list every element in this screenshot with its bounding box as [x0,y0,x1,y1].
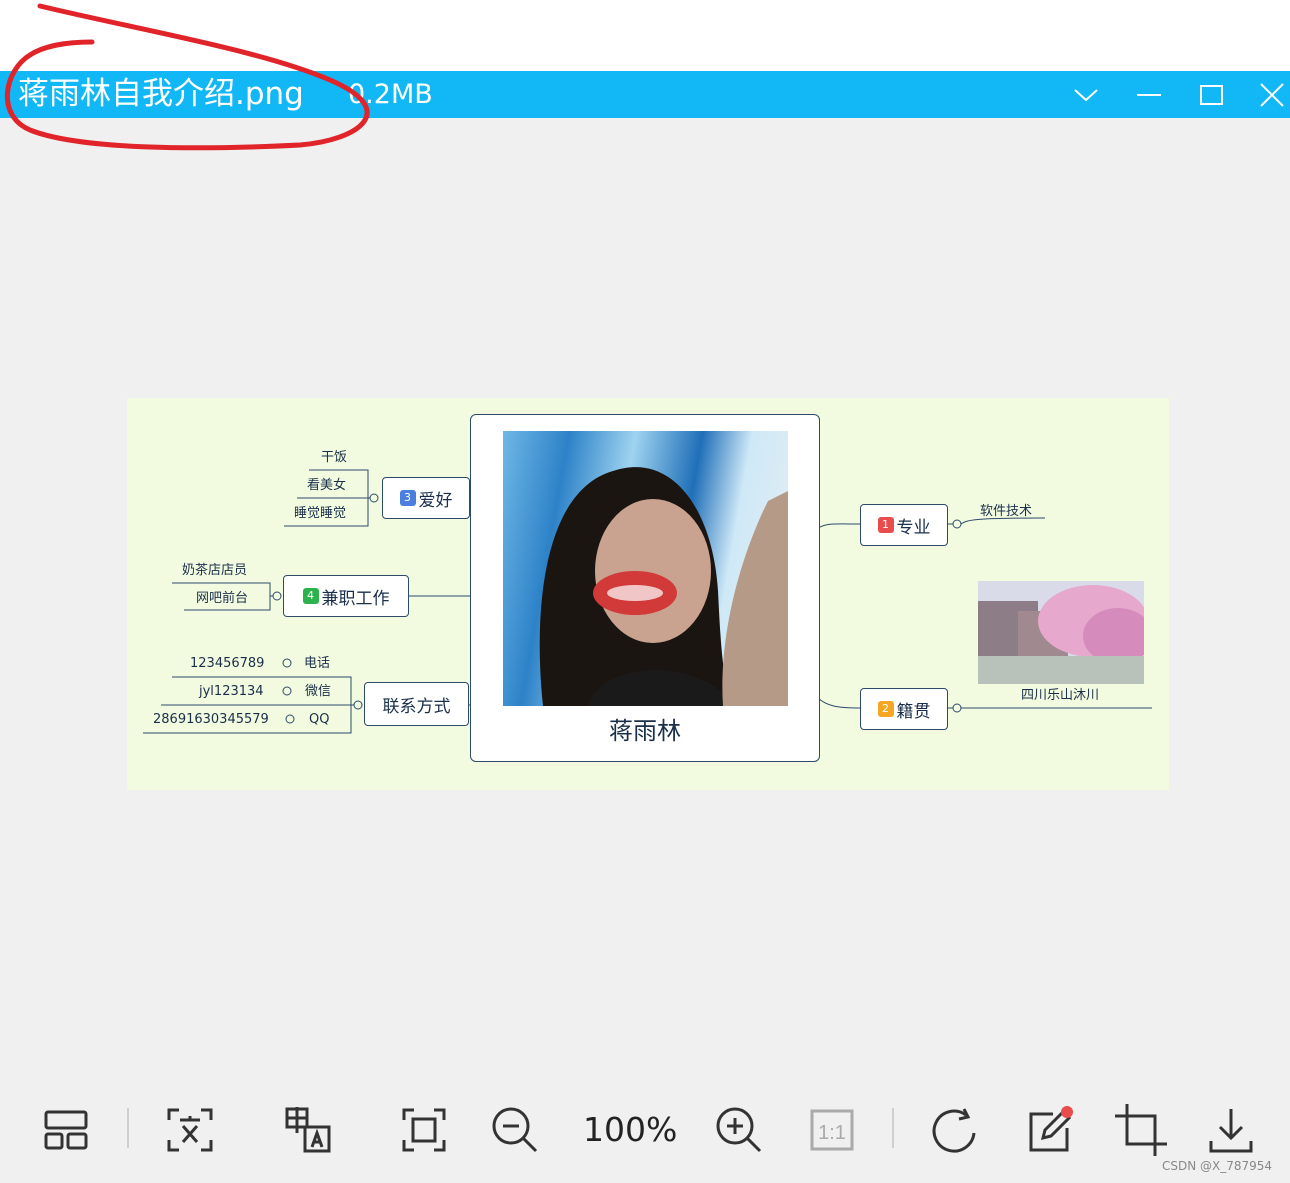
ocr-text-icon [167,1108,213,1152]
leaf-hometown-place: 四川乐山沐川 [1021,688,1100,703]
zoom-in-button[interactable] [711,1100,767,1160]
actual-size-icon: 1:1 [810,1109,854,1151]
node-label: 爱好 [418,490,453,511]
leaf-software-tech: 软件技术 [980,504,1033,519]
file-name: 蒋雨林自我介绍.png [18,76,304,112]
edit-icon [1029,1106,1073,1152]
minimize-button[interactable] [1121,71,1177,118]
contact-type: 电话 [304,656,331,671]
close-button[interactable] [1244,71,1290,118]
leaf-hobby: 看美女 [307,478,347,493]
maximize-button[interactable] [1184,71,1240,118]
priority-badge: 3 [399,490,416,506]
node-hobbies[interactable]: 3 爱好 [382,477,470,519]
download-icon [1209,1109,1253,1153]
node-part-time-jobs[interactable]: 4 兼职工作 [283,575,409,617]
zoom-level: 100% [583,1110,678,1149]
title-bar: 蒋雨林自我介绍.png 0.2MB [0,71,1290,118]
rotate-button[interactable] [927,1100,985,1160]
node-label: 籍贯 [896,701,931,722]
leaf-job: 奶茶店店员 [182,563,248,578]
toolbar-separator [892,1108,894,1148]
dropdown-button[interactable] [1058,71,1114,118]
watermark: CSDN @X_787954 [1162,1159,1273,1173]
leaf-hobby: 干饭 [321,450,348,465]
node-label: 联系方式 [382,696,451,717]
notification-dot [1061,1106,1073,1118]
maximize-icon [1200,84,1223,105]
center-node-label: 蒋雨林 [609,717,681,745]
rotate-icon [932,1108,976,1153]
edit-button[interactable] [1022,1100,1080,1160]
crop-button[interactable] [1112,1100,1170,1160]
priority-badge: 4 [302,588,319,604]
contact-type: QQ [309,712,330,727]
node-major[interactable]: 1 专业 [860,504,948,546]
node-label: 兼职工作 [321,588,390,609]
top-blank-area [0,0,1290,71]
toolbar-separator [127,1108,129,1148]
download-button[interactable] [1203,1100,1259,1160]
node-contact[interactable]: 联系方式 [364,682,469,726]
hometown-scene-image [978,581,1144,684]
chevron-down-icon [1074,88,1098,101]
actual-size-button[interactable]: 1:1 [804,1100,860,1160]
contact-type: 微信 [305,684,332,699]
minimize-icon [1137,93,1161,96]
zoom-in-icon [716,1107,762,1153]
translate-button[interactable] [280,1100,336,1160]
close-icon [1260,82,1284,107]
fit-screen-icon [402,1108,446,1152]
priority-badge: 1 [877,517,894,533]
fit-screen-button[interactable] [396,1100,452,1160]
image-canvas[interactable]: 蒋雨林 1 专业 2 籍贯 软件技术 四川乐山沐川 3 爱好 干饭 看美女 睡觉… [127,398,1169,790]
layout-button[interactable] [38,1100,94,1160]
node-hometown[interactable]: 2 籍贯 [860,688,948,730]
translate-icon [285,1107,331,1153]
file-size: 0.2MB [348,79,433,110]
mindmap-center-node[interactable]: 蒋雨林 [470,414,820,762]
portrait-illustration [539,467,788,706]
node-label: 专业 [896,517,931,538]
contact-value: 123456789 [190,656,265,671]
contact-value: 28691630345579 [153,712,269,727]
zoom-out-button[interactable] [487,1100,543,1160]
priority-badge: 2 [877,701,894,717]
layout-icon [44,1110,88,1150]
leaf-job: 网吧前台 [196,591,249,606]
portrait-photo [503,431,788,706]
actual-size-label: 1:1 [818,1122,846,1144]
leaf-hobby: 睡觉睡觉 [294,506,347,521]
ocr-text-button[interactable] [162,1100,218,1160]
crop-icon [1115,1104,1167,1156]
contact-value: jyl123134 [199,684,264,699]
zoom-out-icon [492,1107,538,1153]
scene-illustration [978,581,1144,684]
